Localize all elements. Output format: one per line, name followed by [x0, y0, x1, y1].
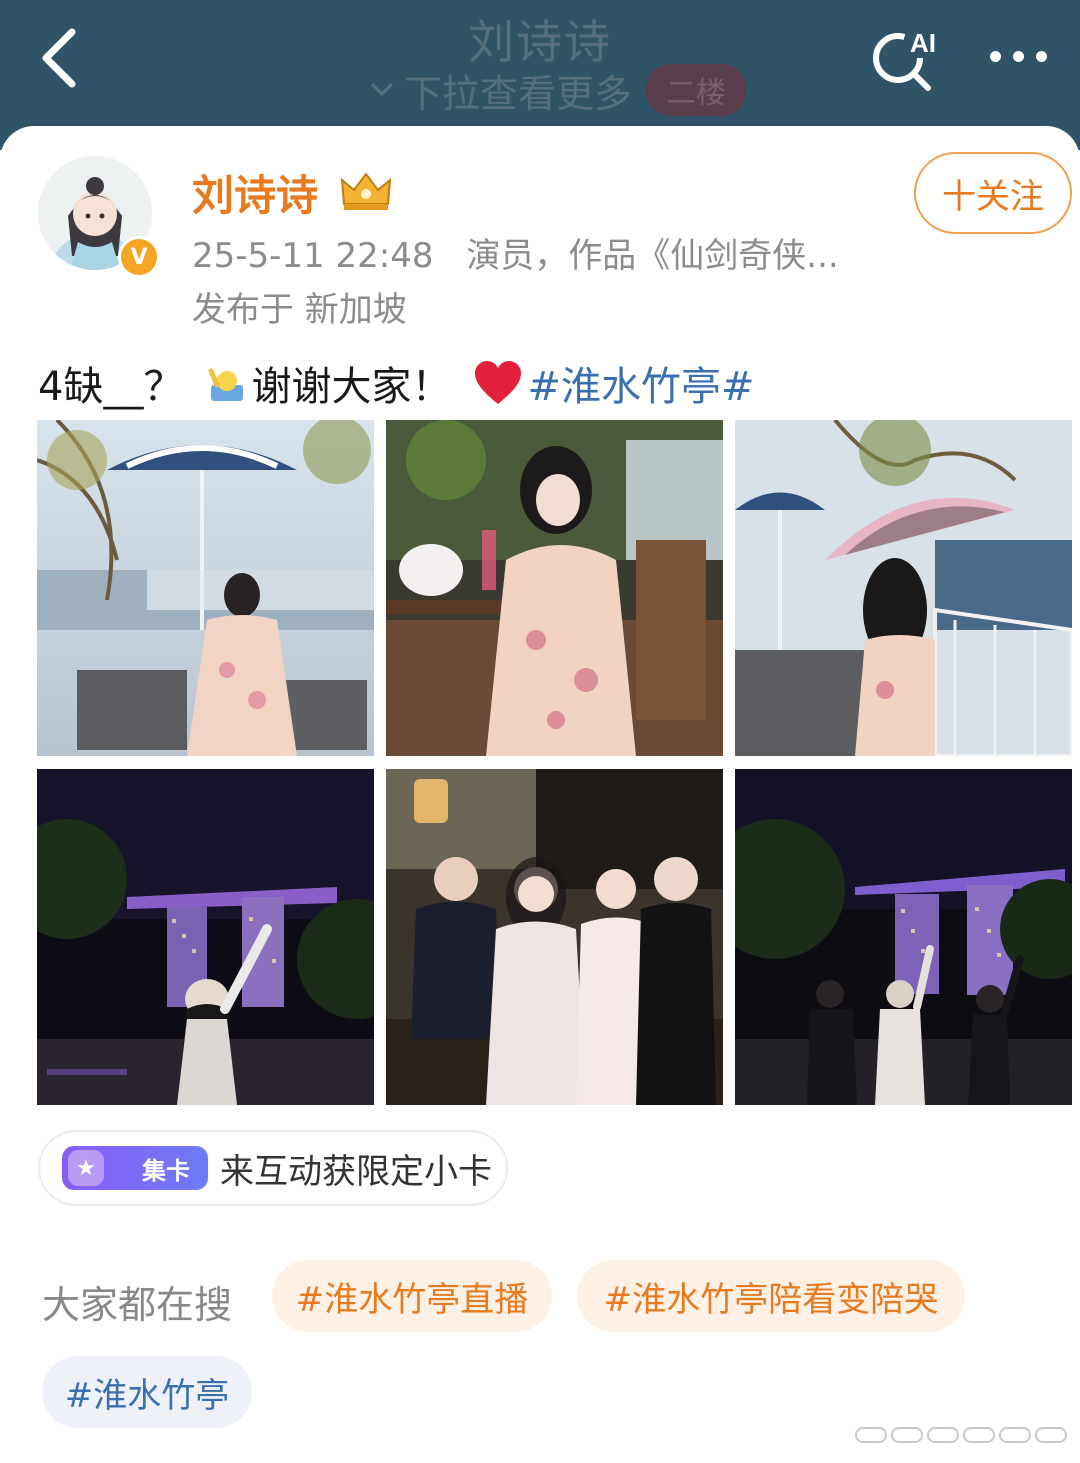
verified-badge-icon: V [118, 236, 160, 278]
trending-chip-livestream[interactable]: #淮水竹亭直播 [272, 1260, 552, 1332]
collect-card-promo[interactable]: ★ 集卡 来互动获限定小卡 [38, 1130, 508, 1206]
trending-search-label: 大家都在搜 [42, 1283, 233, 1327]
photo-night-group-wave[interactable] [735, 769, 1072, 1105]
collect-card-promo-text: 来互动获限定小卡 [220, 1151, 492, 1192]
crown-badge-icon[interactable] [338, 166, 394, 214]
photo-rooftop-umbrella[interactable] [37, 420, 374, 756]
second-floor-badge: 二楼 [646, 64, 747, 116]
post-text-start: 4缺__？ [38, 364, 184, 410]
raised-hand-emoji-icon [208, 368, 244, 401]
more-icon-dot [1013, 50, 1024, 62]
parasol-balcony-image [735, 420, 1072, 756]
pull-hint-label: 下拉查看更多 [404, 71, 633, 116]
pull-to-view-more[interactable]: 下拉查看更多 二楼 [368, 64, 747, 116]
post-timestamp: 25-5-11 22:48 [192, 236, 434, 276]
photo-cafe-table[interactable] [386, 420, 723, 756]
post-meta: 25-5-11 22:48 演员，作品《仙剑奇侠... [192, 228, 839, 277]
author-name[interactable]: 刘诗诗 [192, 162, 318, 223]
photo-night-skyline-wave[interactable] [37, 769, 374, 1105]
ai-search-icon: AI [873, 28, 936, 91]
star-icon: ★ [68, 1150, 104, 1186]
photo-parasol-balcony[interactable] [735, 420, 1072, 756]
night-skyline-wave-image [37, 769, 374, 1105]
ai-search-button[interactable]: AI [866, 22, 946, 94]
night-group-wave-image [735, 769, 1072, 1105]
svg-text:AI: AI [910, 28, 936, 58]
trending-chip-hashtag[interactable]: #淮水竹亭 [42, 1356, 252, 1428]
photo-group-selfie[interactable] [386, 769, 723, 1105]
watermark-bars [855, 1427, 1067, 1443]
rooftop-umbrella-image [37, 420, 374, 756]
collect-card-badge: ★ 集卡 [62, 1146, 208, 1190]
more-button[interactable] [990, 36, 1060, 76]
author-bio: 演员，作品《仙剑奇侠... [466, 236, 839, 276]
group-selfie-image [386, 769, 723, 1105]
post-hashtag[interactable]: #淮水竹亭# [527, 354, 754, 412]
cafe-table-image [386, 420, 723, 756]
more-icon-dot [1036, 50, 1047, 62]
more-icon-dot [990, 50, 1001, 62]
follow-label: 十关注 [942, 176, 1044, 217]
collect-card-badge-label: 集卡 [142, 1156, 190, 1185]
post-body: 4缺__？ 谢谢大家！ #淮水竹亭# [38, 354, 754, 412]
red-heart-emoji-icon [475, 361, 522, 404]
follow-button[interactable]: 十关注 [914, 152, 1072, 234]
post-location: 发布于 新加坡 [192, 290, 407, 330]
chevron-down-icon [371, 83, 393, 97]
trending-chip-watch-cry[interactable]: #淮水竹亭陪看变陪哭 [577, 1260, 965, 1332]
post-text-middle: 谢谢大家！ [251, 364, 452, 410]
